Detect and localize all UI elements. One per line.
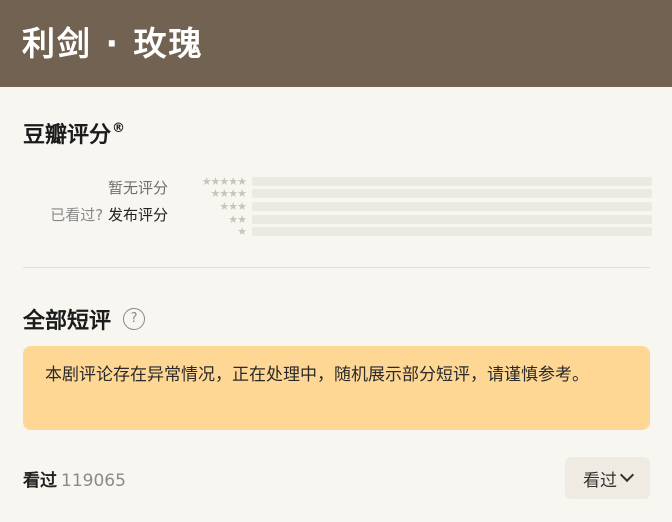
- watched-number: 119065: [61, 470, 126, 491]
- watched-row: 看过 119065 看过: [23, 457, 650, 499]
- help-icon[interactable]: ?: [123, 308, 146, 330]
- star-icons-1: ★: [237, 225, 247, 239]
- star-icons-5: ★★★★★: [201, 174, 247, 188]
- page-title: 利剑 · 玫瑰: [22, 23, 204, 63]
- section-divider: [23, 267, 650, 268]
- rating-section-title: 豆瓣评分®: [23, 117, 125, 149]
- filter-label: 看过: [583, 470, 617, 491]
- star-row-4: ★★★★: [186, 188, 652, 201]
- trademark-mark: ®: [112, 120, 126, 136]
- rating-bar-3: [252, 201, 652, 211]
- star-icons-4: ★★★★: [210, 187, 247, 201]
- rating-bar-4: [252, 189, 652, 199]
- watched-count: 看过 119065: [23, 466, 126, 491]
- seen-prompt: 已看过?: [50, 206, 104, 224]
- star-icons-3: ★★★: [219, 199, 247, 213]
- reviews-title-text: 全部短评: [23, 309, 112, 334]
- reviews-section-title: 全部短评 ?: [23, 303, 146, 335]
- rating-title-text: 豆瓣评分: [23, 123, 112, 148]
- content-panel: 豆瓣评分® 暂无评分 已看过? 发布评分 ★★★★★ ★★★★ ★★★ ★★ ★…: [0, 87, 672, 522]
- review-notice-banner: 本剧评论存在异常情况，正在处理中，随机展示部分短评，请谨慎参考。: [23, 346, 650, 430]
- star-row-5: ★★★★★: [186, 175, 652, 188]
- star-row-3: ★★★: [186, 200, 652, 213]
- star-icons-2: ★★: [228, 212, 247, 226]
- filter-dropdown-button[interactable]: 看过: [565, 457, 650, 499]
- rating-bar-2: [252, 214, 652, 224]
- no-rating-text: 暂无评分: [107, 179, 168, 197]
- star-row-1: ★: [186, 225, 652, 238]
- rating-distribution: ★★★★★ ★★★★ ★★★ ★★ ★: [186, 175, 652, 238]
- rating-bar-5: [252, 176, 652, 186]
- seen-prompt-row: 已看过? 发布评分: [0, 202, 168, 229]
- chevron-down-icon: [619, 467, 635, 483]
- publish-rating-link[interactable]: 发布评分: [108, 206, 168, 224]
- star-row-2: ★★: [186, 213, 652, 226]
- rating-bar-1: [252, 227, 652, 237]
- app-header: 利剑 · 玫瑰: [0, 0, 672, 87]
- watched-label: 看过: [23, 470, 57, 491]
- rating-summary: 暂无评分 已看过? 发布评分: [0, 175, 168, 229]
